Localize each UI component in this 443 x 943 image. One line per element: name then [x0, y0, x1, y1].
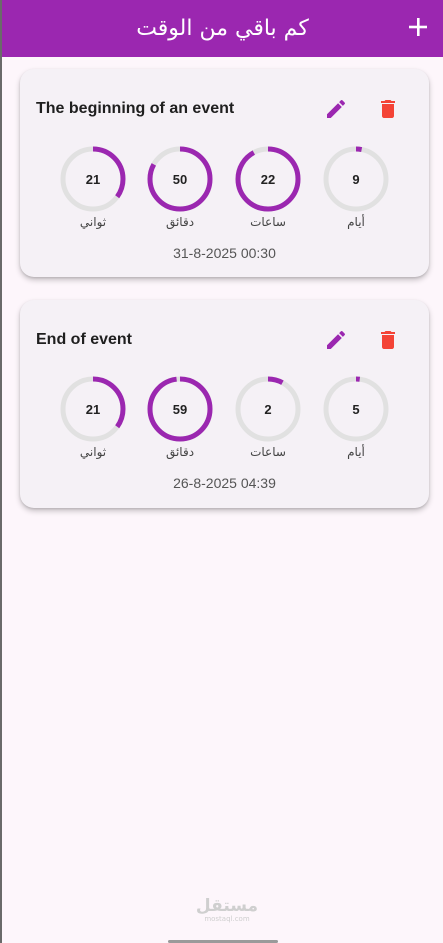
minutes-value: 50 — [172, 171, 188, 187]
minutes-value: 59 — [172, 401, 188, 417]
trash-icon — [381, 100, 395, 118]
event-card: End of event 5 أيام 2 ساعات 59 دقائق 21 … — [20, 300, 429, 508]
watermark-text: مستقل — [195, 896, 259, 916]
minutes-counter: 50 دقائق — [146, 145, 214, 229]
hours-value: 2 — [264, 401, 272, 417]
minutes-label: دقائق — [165, 445, 195, 459]
seconds-value: 21 — [85, 171, 101, 187]
days-label: أيام — [347, 215, 365, 229]
trash-icon — [381, 331, 395, 349]
edit-button[interactable] — [321, 325, 351, 355]
plus-icon — [409, 18, 427, 36]
event-title: The beginning of an event — [36, 100, 235, 117]
event-title: End of event — [36, 331, 133, 348]
app-bar: كم باقي من الوقت — [2, 0, 443, 57]
seconds-label: ثواني — [79, 215, 107, 229]
days-counter: 9 أيام — [322, 145, 390, 229]
add-event-button[interactable] — [401, 10, 435, 44]
edit-button[interactable] — [321, 94, 351, 124]
hours-counter: 22 ساعات — [234, 145, 302, 229]
seconds-value: 21 — [85, 401, 101, 417]
hours-label: ساعات — [250, 215, 286, 229]
minutes-counter: 59 دقائق — [146, 375, 214, 459]
hours-value: 22 — [260, 171, 276, 187]
days-value: 5 — [352, 401, 360, 417]
hours-label: ساعات — [250, 445, 286, 459]
delete-button[interactable] — [373, 94, 403, 124]
delete-button[interactable] — [373, 325, 403, 355]
page-title: كم باقي من الوقت — [136, 16, 309, 41]
seconds-counter: 21 ثواني — [59, 145, 127, 229]
hours-counter: 2 ساعات — [234, 375, 302, 459]
event-date: 26-8-2025 04:39 — [173, 475, 276, 491]
days-label: أيام — [347, 445, 365, 459]
pencil-icon — [327, 99, 346, 118]
watermark-logo: مستقل mostaql.com — [192, 896, 262, 924]
seconds-counter: 21 ثواني — [59, 375, 127, 459]
days-counter: 5 أيام — [322, 375, 390, 459]
pencil-icon — [327, 330, 346, 349]
event-date: 31-8-2025 00:30 — [173, 245, 276, 261]
minutes-label: دقائق — [165, 215, 195, 229]
event-card: The beginning of an event 9 أيام 22 ساعا… — [20, 69, 429, 277]
seconds-label: ثواني — [79, 445, 107, 459]
days-value: 9 — [352, 171, 360, 187]
watermark-url: mostaql.com — [204, 915, 250, 923]
